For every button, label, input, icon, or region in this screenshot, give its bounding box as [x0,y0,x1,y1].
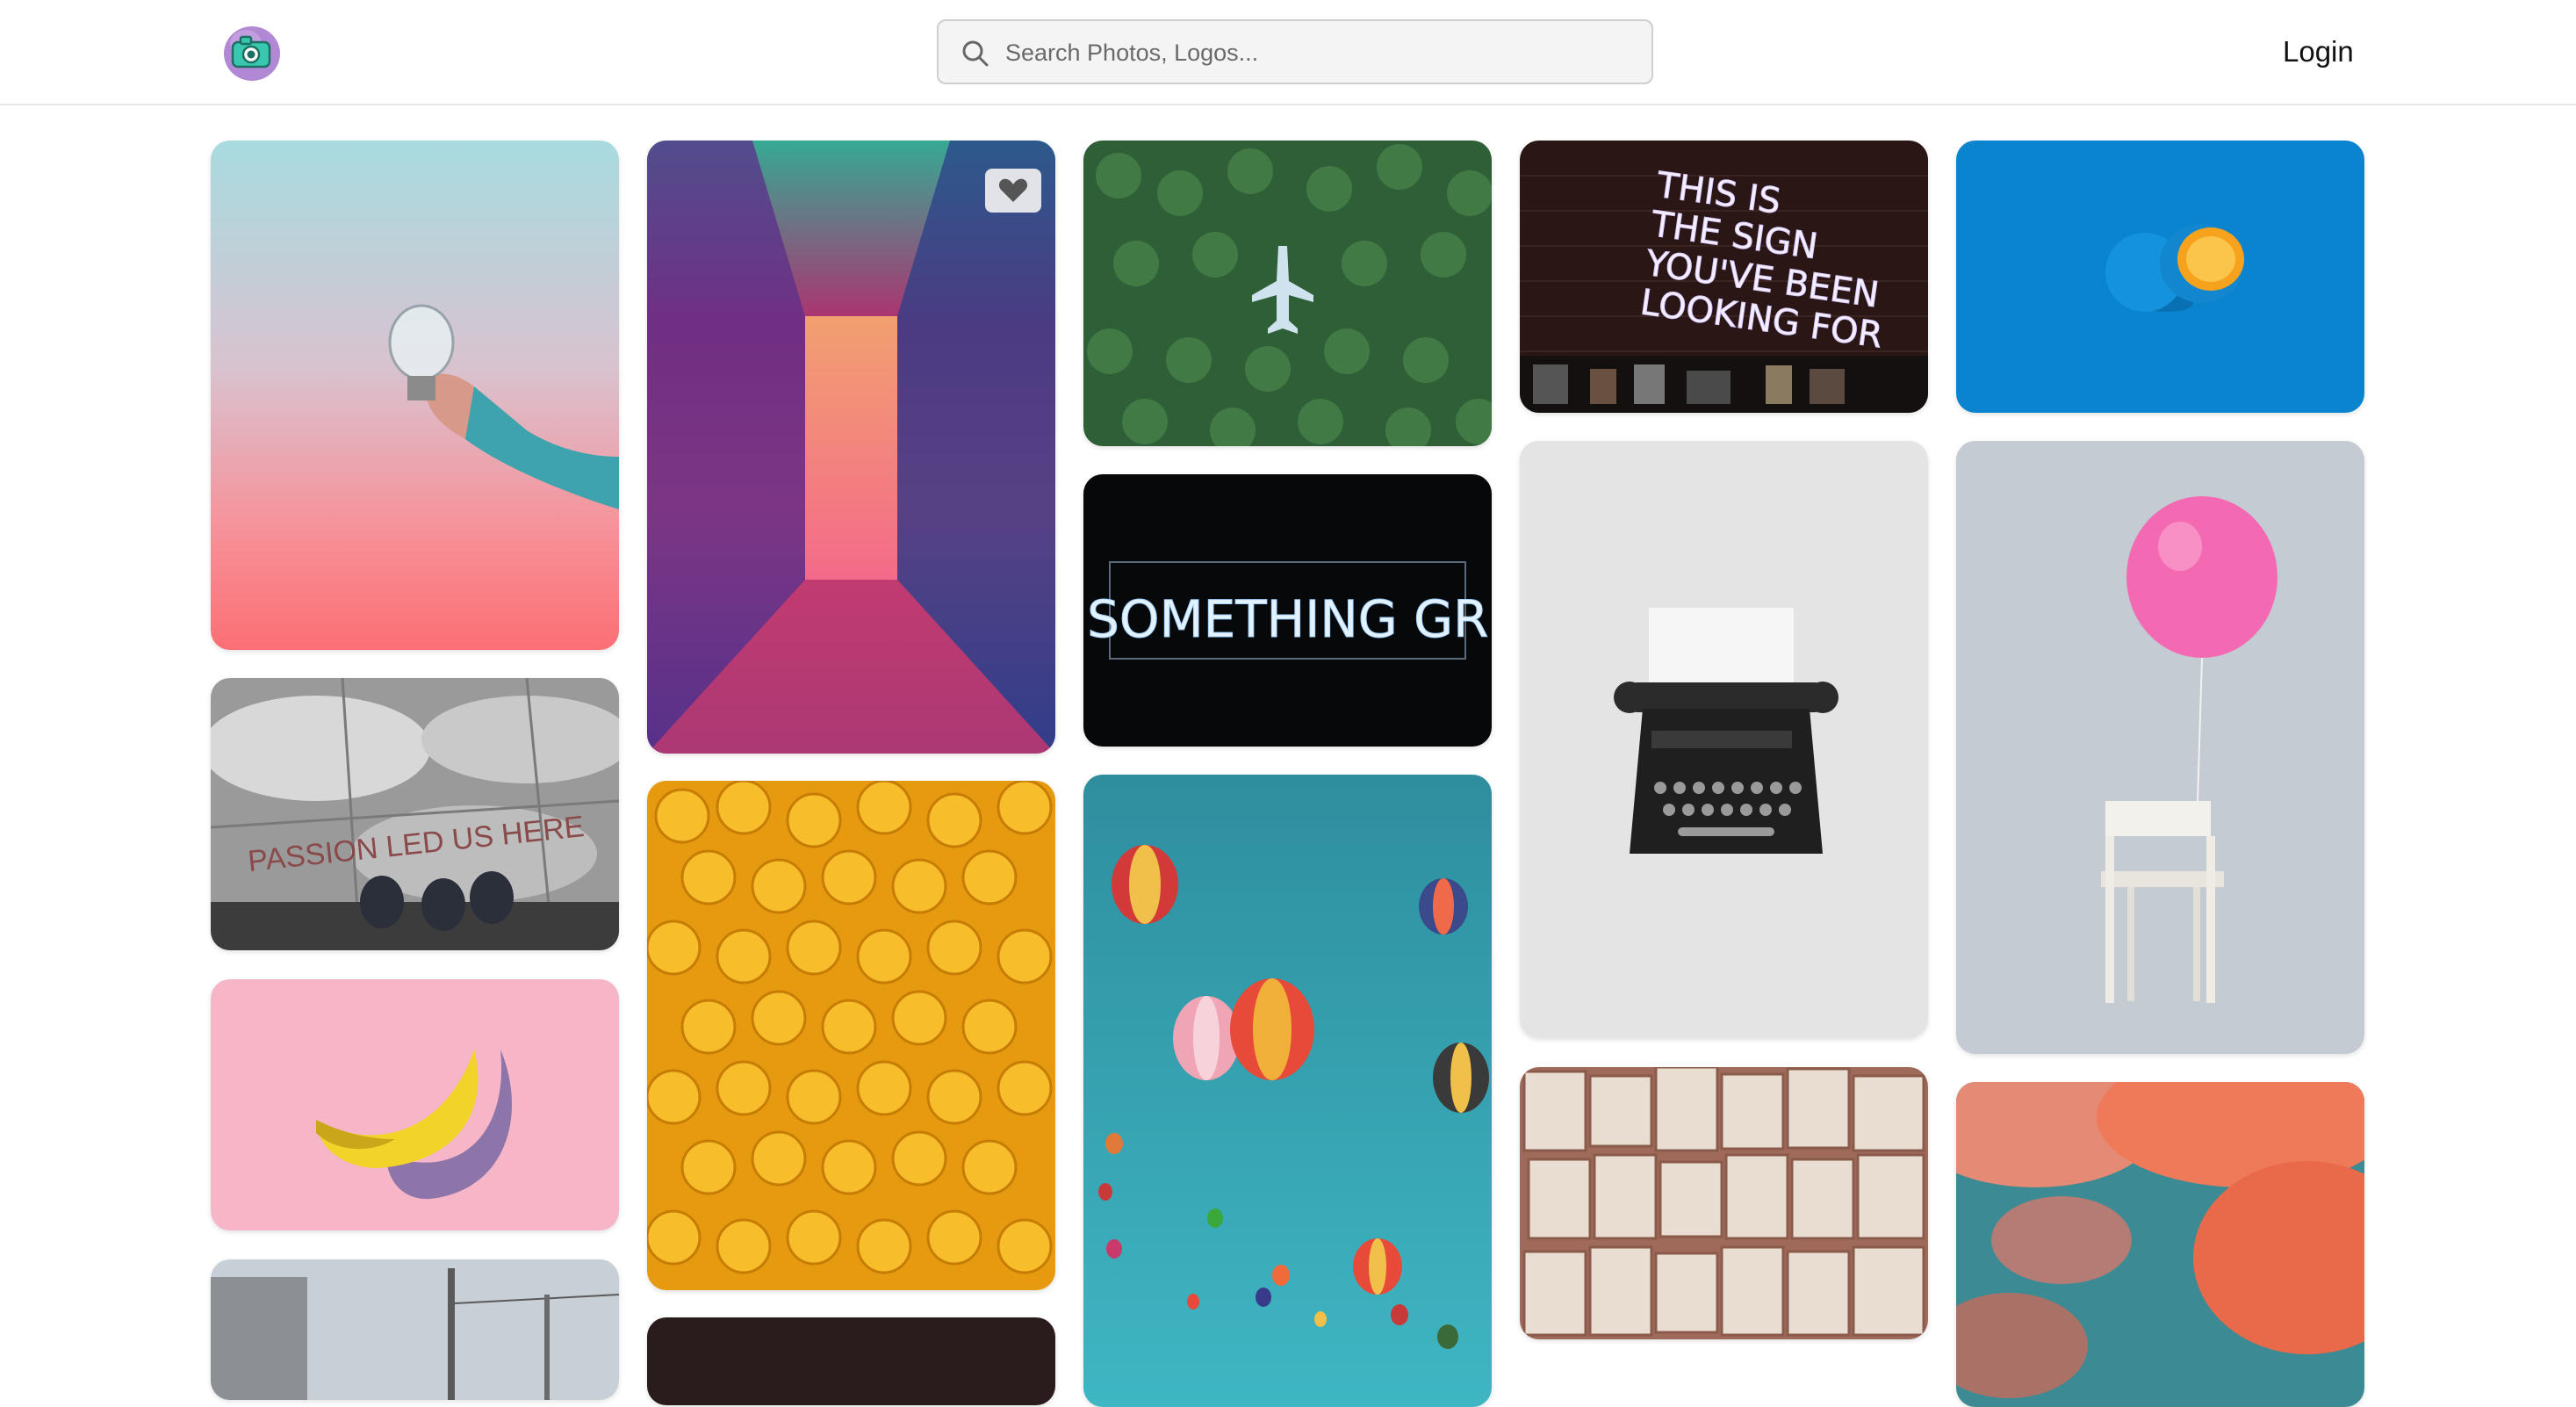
search-input[interactable] [1004,21,1639,84]
photo-book-pages[interactable] [1520,1067,1928,1339]
favorite-button[interactable] [985,169,1041,213]
photo-lego-heads[interactable] [647,781,1055,1290]
search-icon [962,40,989,67]
photo-pink-clouds[interactable] [1956,1082,2364,1407]
photo-balloon-chair[interactable] [1956,441,2364,1054]
photo-passion-floor[interactable]: PASSION LED US HERE [211,678,619,950]
logo-camera-icon[interactable] [221,21,283,83]
photo-street-scene[interactable] [211,1259,619,1400]
heart-icon [998,178,1028,202]
top-bar: Login [0,0,2576,105]
login-link[interactable]: Login [2283,30,2354,74]
photo-plane-forest[interactable] [1083,141,1492,446]
photo-neon-great[interactable]: DO SOMETHING GREAT [1083,474,1492,747]
neon-great-text: DO SOMETHING GREAT [1083,589,1492,649]
photo-hot-air-balloons[interactable] [1083,775,1492,1407]
photo-lightbulb-hand[interactable] [211,141,619,650]
photo-neon-sign-looking[interactable]: THIS IS THE SIGN YOU'VE BEEN LOOKING FOR [1520,141,1928,413]
photo-neon-corridor[interactable] [647,141,1055,754]
photo-banana-pink[interactable] [211,979,619,1230]
photo-typewriter[interactable] [1520,441,1928,1038]
search-box[interactable] [937,19,1653,84]
photo-blue-orange[interactable] [1956,141,2364,413]
photo-dark-partial[interactable] [647,1317,1055,1405]
